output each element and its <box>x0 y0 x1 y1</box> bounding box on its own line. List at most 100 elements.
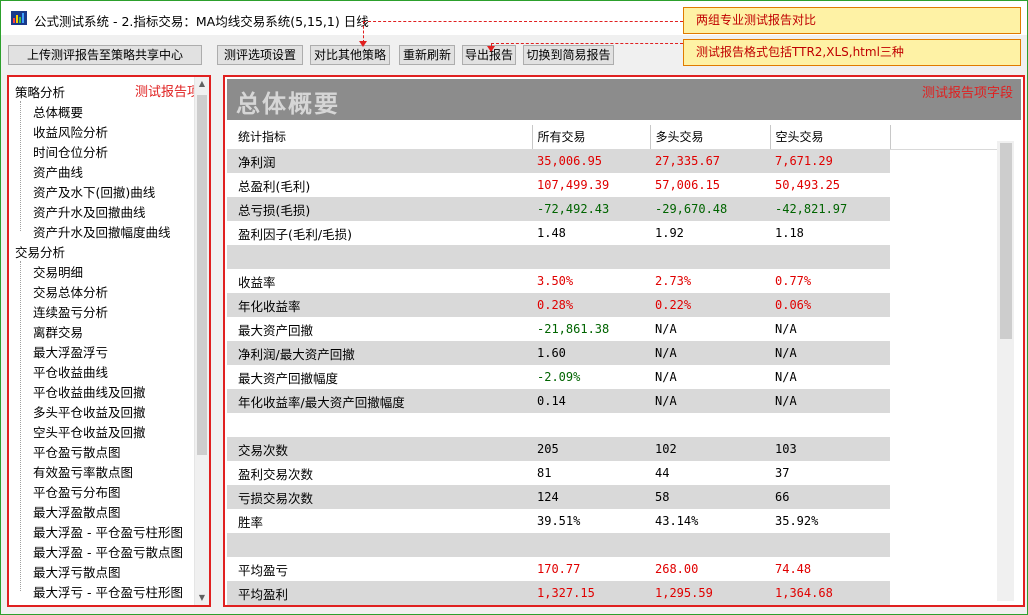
upload-report-button[interactable]: 上传测评报告至策略共享中心 <box>8 45 202 65</box>
window-title: 公式测试系统 - 2.指标交易：MA均线交易系统(5,15,1) 日线 <box>34 14 369 29</box>
tree-item[interactable]: 时间仓位分析 <box>33 142 108 161</box>
table-row: 年化收益率/最大资产回撤幅度 0.14 N/A N/A <box>227 389 997 413</box>
tree-connector <box>20 261 21 591</box>
metric-label: 总亏损(毛损) <box>227 197 532 221</box>
callout-connector <box>491 43 683 44</box>
compare-note-callout: 两组专业测试报告对比 <box>683 7 1021 34</box>
row-filler <box>890 317 997 341</box>
tree-item[interactable]: 总体概要 <box>33 102 83 121</box>
column-header[interactable]: 所有交易 <box>531 125 650 150</box>
table-row: 最大资产回撤幅度 -2.09% N/A N/A <box>227 365 997 389</box>
tree-item[interactable]: 最大浮盈浮亏 <box>33 342 108 361</box>
tree-item[interactable]: 资产及水下(回撤)曲线 <box>33 182 155 201</box>
metric-value: 39.51% <box>537 514 581 528</box>
tree-item[interactable]: 资产升水及回撤幅度曲线 <box>33 222 171 241</box>
tree-item[interactable]: 最大浮盈散点图 <box>33 502 121 521</box>
tree-item[interactable]: 空头平仓收益及回撤 <box>33 422 146 441</box>
row-filler <box>890 341 997 365</box>
row-filler <box>890 197 997 221</box>
metric-label: 最大资产回撤幅度 <box>238 370 339 386</box>
tree-item[interactable]: 连续盈亏分析 <box>33 302 108 321</box>
table-row: 总盈利(毛利) 107,499.39 57,006.15 50,493.25 <box>227 173 997 197</box>
tree-scrollbar[interactable]: ▲ ▼ <box>194 77 209 605</box>
tree-item[interactable]: 多头平仓收益及回撤 <box>33 402 146 421</box>
metric-label: 净利润 <box>227 149 532 173</box>
test-options-button[interactable]: 测评选项设置 <box>217 45 303 65</box>
metric-value: 1.18 <box>775 226 804 240</box>
statistics-table: 统计指标 所有交易 多头交易 空头交易 净利润 35,006.95 27,335.67 7,6… <box>227 125 997 605</box>
table-header-row: 统计指标 所有交易 多头交易 空头交易 <box>227 125 997 150</box>
tree-section-trade[interactable]: 交易分析 <box>15 242 65 261</box>
tree-scroll-thumb[interactable] <box>197 95 207 455</box>
report-scrollbar[interactable] <box>997 141 1014 601</box>
metric-value: -72,492.43 <box>532 197 650 221</box>
tree-item[interactable]: 平仓盈亏散点图 <box>33 442 121 461</box>
metric-label: 净利润/最大资产回撤 <box>227 341 532 365</box>
row-filler <box>890 293 997 317</box>
metric-value <box>650 413 770 437</box>
row-filler <box>890 365 997 389</box>
report-scroll-thumb[interactable] <box>1000 143 1012 339</box>
row-filler <box>890 389 997 413</box>
metric-value <box>770 533 890 557</box>
tree-item[interactable]: 交易明细 <box>33 262 83 281</box>
row-filler <box>890 461 997 485</box>
metric-value: N/A <box>655 322 677 336</box>
table-row: 年化收益率 0.28% 0.22% 0.06% <box>227 293 997 317</box>
tree-item[interactable]: 最大浮亏 - 平仓盈亏柱形图 <box>33 582 183 601</box>
column-header[interactable]: 空头交易 <box>769 125 890 150</box>
tree-item[interactable]: 资产升水及回撤曲线 <box>33 202 146 221</box>
tree-item[interactable]: 平仓收益曲线及回撤 <box>33 382 146 401</box>
tree-item[interactable]: 交易总体分析 <box>33 282 108 301</box>
metric-value: 268.00 <box>655 562 699 576</box>
refresh-button[interactable]: 重新刷新 <box>399 45 455 65</box>
metric-value: 1.60 <box>532 341 650 365</box>
metric-label: 年化收益率 <box>227 293 532 317</box>
metric-value <box>532 245 650 269</box>
metric-value: 1,364.68 <box>770 581 890 605</box>
metric-value: 107,499.39 <box>537 178 610 192</box>
metric-value: 66 <box>770 485 890 509</box>
metric-value: 0.28% <box>532 293 650 317</box>
table-row: 最大资产回撤 -21,861.38 N/A N/A <box>227 317 997 341</box>
summary-banner: 总体概要 测试报告项字段 <box>227 79 1021 120</box>
metric-label: 最大资产回撤 <box>238 322 314 338</box>
metric-value <box>532 533 650 557</box>
tree-item[interactable]: 最大浮亏散点图 <box>33 562 121 581</box>
compare-strategy-button[interactable]: 对比其他策略 <box>310 45 390 65</box>
tree-item[interactable]: 最大浮盈 - 平仓盈亏柱形图 <box>33 522 183 541</box>
tree-item[interactable]: 收益风险分析 <box>33 122 108 141</box>
tree-item[interactable]: 平仓收益曲线 <box>33 362 108 381</box>
metric-label: 总盈利(毛利) <box>238 178 311 194</box>
tree-item[interactable]: 离群交易 <box>33 322 83 341</box>
tree-item[interactable]: 有效盈亏率散点图 <box>33 462 133 481</box>
metric-value: -42,821.97 <box>770 197 890 221</box>
column-header[interactable]: 多头交易 <box>649 125 770 150</box>
table-row: 净利润 35,006.95 27,335.67 7,671.29 <box>227 149 997 173</box>
tree-item[interactable]: 最大浮盈 - 平仓盈亏散点图 <box>33 542 183 561</box>
table-row: 净利润/最大资产回撤 1.60 N/A N/A <box>227 341 997 365</box>
switch-simple-report-button[interactable]: 切换到简易报告 <box>523 45 614 65</box>
metric-value: 0.77% <box>775 274 812 288</box>
metric-value <box>770 413 890 437</box>
metric-value: 37 <box>775 466 790 480</box>
metric-label: 胜率 <box>238 514 264 530</box>
metric-value: -29,670.48 <box>650 197 770 221</box>
metric-value: 1,295.59 <box>650 581 770 605</box>
column-header[interactable]: 统计指标 <box>227 125 532 150</box>
scroll-down-icon[interactable]: ▼ <box>195 591 209 605</box>
metric-value: 102 <box>650 437 770 461</box>
scroll-up-icon[interactable]: ▲ <box>195 77 209 91</box>
tree-item[interactable]: 平仓盈亏分布图 <box>33 482 121 501</box>
metric-value: N/A <box>775 322 797 336</box>
tree-item[interactable]: 资产曲线 <box>33 162 83 181</box>
table-row: 总亏损(毛损) -72,492.43 -29,670.48 -42,821.97 <box>227 197 997 221</box>
metric-label: 收益率 <box>238 274 276 290</box>
row-filler <box>890 245 997 269</box>
chart-app-icon <box>11 11 27 25</box>
metric-label: 亏损交易次数 <box>227 485 532 509</box>
row-filler <box>890 221 997 245</box>
table-row: 亏损交易次数 124 58 66 <box>227 485 997 509</box>
report-field-label: 测试报告项字段 <box>921 86 1013 101</box>
tree-section-strategy[interactable]: 策略分析 <box>15 82 65 101</box>
